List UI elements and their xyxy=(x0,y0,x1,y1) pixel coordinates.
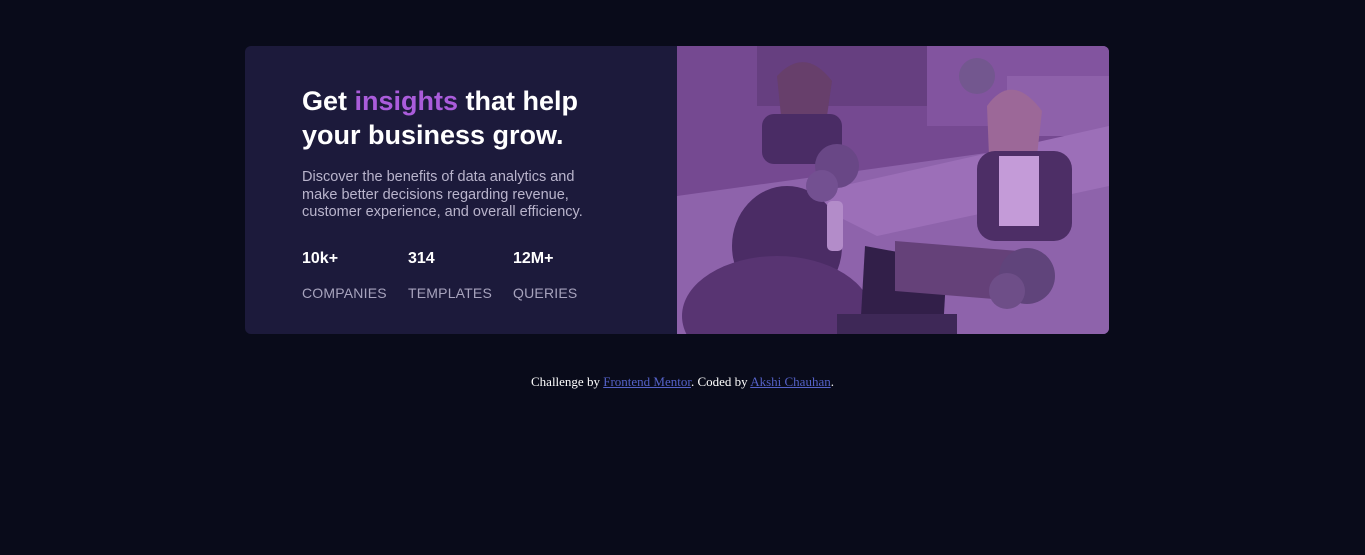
stat-templates: 314 TEMPLATES xyxy=(408,249,513,302)
stats-preview-card: Get insights that help your business gro… xyxy=(245,46,1109,334)
stat-companies: 10k+ COMPANIES xyxy=(302,249,408,302)
image-tint-overlay xyxy=(677,46,1109,334)
frontend-mentor-link[interactable]: Frontend Mentor xyxy=(603,374,691,389)
card-description: Discover the benefits of data analytics … xyxy=(302,169,583,220)
footer-prefix: Challenge by xyxy=(531,374,604,389)
footer-middle: . Coded by xyxy=(690,374,751,389)
stat-value: 12M+ xyxy=(513,250,554,267)
author-link[interactable]: Akshi Chauhan xyxy=(750,374,831,389)
attribution-footer: Challenge by Frontend Mentor. Coded by A… xyxy=(0,374,1365,390)
stats-row: 10k+ COMPANIES 314 TEMPLATES 12M+ QUERIE… xyxy=(302,249,613,302)
header-image xyxy=(677,46,1109,334)
stat-label: COMPANIES xyxy=(302,285,387,301)
headline: Get insights that help your business gro… xyxy=(302,84,622,152)
headline-accent: insights xyxy=(354,86,459,116)
stat-label: QUERIES xyxy=(513,285,578,301)
stat-value: 314 xyxy=(408,250,435,267)
stat-label: TEMPLATES xyxy=(408,285,493,301)
stat-queries: 12M+ QUERIES xyxy=(513,249,613,302)
stat-value: 10k+ xyxy=(302,250,339,267)
card-text-section: Get insights that help your business gro… xyxy=(245,46,677,334)
footer-suffix: . xyxy=(830,374,834,389)
headline-pre: Get xyxy=(302,86,355,116)
